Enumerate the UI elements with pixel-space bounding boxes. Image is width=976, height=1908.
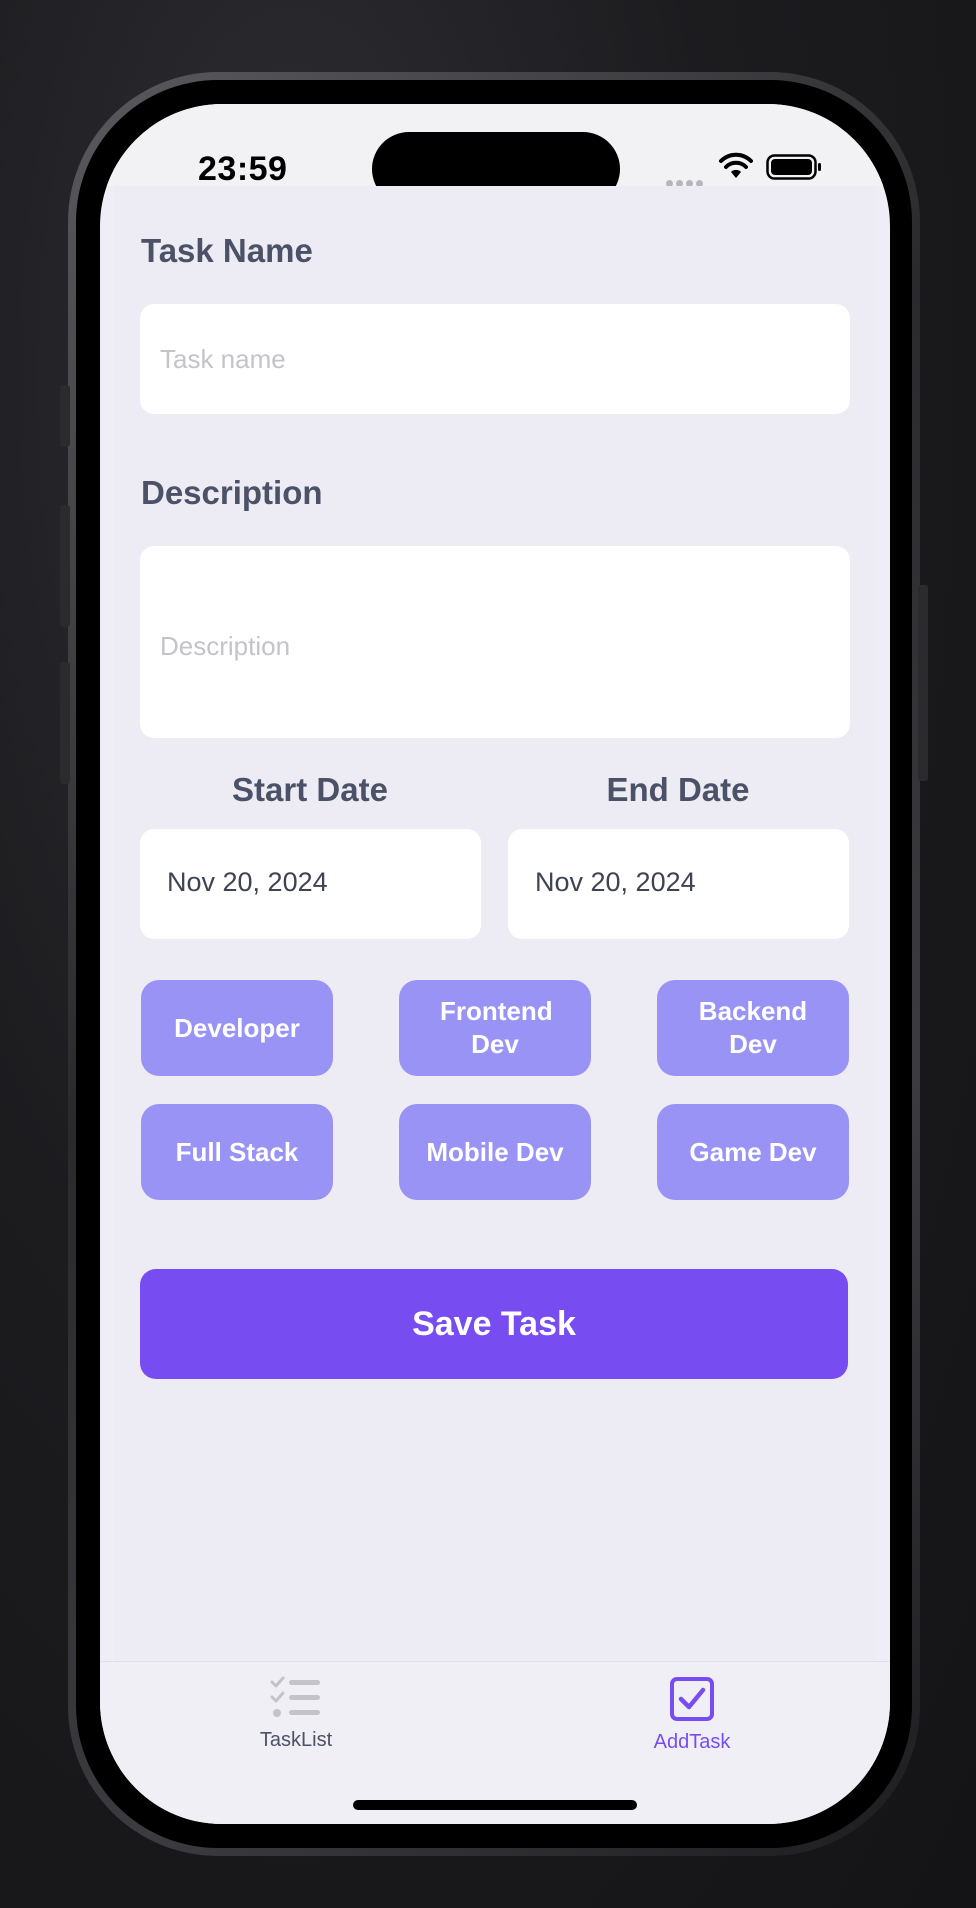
description-label: Description (141, 474, 323, 511)
power-button (918, 585, 928, 781)
start-date-label: Start Date (232, 771, 388, 808)
category-chip-label: Backend Dev (698, 996, 808, 1059)
start-date-value: Nov 20, 2024 (167, 867, 328, 897)
status-time: 23:59 (198, 150, 288, 188)
checkbox-icon (670, 1677, 714, 1721)
task-name-input[interactable]: Task name (140, 304, 850, 414)
category-chip-game-dev[interactable]: Game Dev (657, 1104, 849, 1200)
save-task-button[interactable]: Save Task (140, 1269, 848, 1379)
category-chip-label: Frontend Dev (440, 996, 553, 1059)
tab-addtask[interactable]: AddTask (612, 1676, 772, 1754)
category-chip-backend-dev[interactable]: Backend Dev (657, 980, 849, 1076)
tab-tasklist[interactable]: TaskList (216, 1676, 376, 1752)
description-placeholder: Description (160, 631, 291, 661)
category-chip-full-stack[interactable]: Full Stack (141, 1104, 333, 1200)
battery-icon (766, 154, 821, 180)
status-bar: 23:59 (100, 104, 890, 206)
description-input[interactable]: Description (140, 546, 850, 738)
wifi-icon (719, 152, 753, 178)
category-chip-developer[interactable]: Developer (141, 980, 333, 1076)
end-date-value: Nov 20, 2024 (535, 867, 696, 897)
category-chip-frontend-dev[interactable]: Frontend Dev (399, 980, 591, 1076)
end-date-label: End Date (606, 771, 750, 808)
volume-up-button (60, 505, 70, 627)
action-button (60, 385, 70, 447)
tab-tasklist-label: TaskList (259, 1729, 333, 1751)
tab-addtask-label: AddTask (653, 1731, 731, 1753)
category-chip-mobile-dev[interactable]: Mobile Dev (399, 1104, 591, 1200)
volume-down-button (60, 662, 70, 784)
end-date-picker[interactable]: Nov 20, 2024 (508, 829, 849, 939)
task-name-label: Task Name (141, 232, 313, 269)
home-indicator (353, 1800, 637, 1810)
start-date-picker[interactable]: Nov 20, 2024 (140, 829, 481, 939)
checklist-icon (270, 1676, 320, 1717)
task-name-placeholder: Task name (160, 344, 286, 374)
